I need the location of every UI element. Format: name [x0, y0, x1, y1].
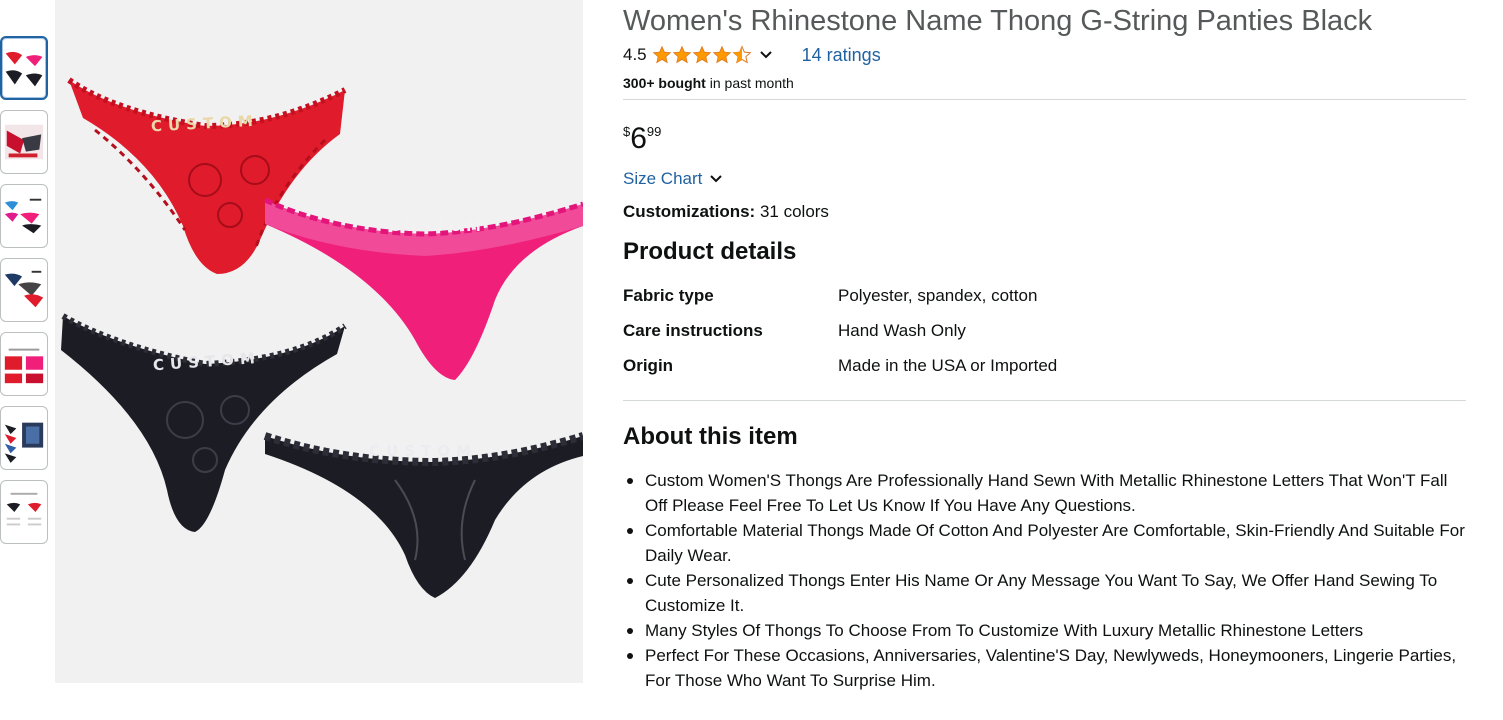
about-bullet: Many Styles Of Thongs To Choose From To …	[623, 618, 1468, 643]
product-details-column: Women's Rhinestone Name Thong G-String P…	[623, 0, 1468, 693]
bullet-dot	[627, 528, 633, 534]
customizations-value: 31 colors	[755, 202, 829, 221]
price-whole: 6	[630, 122, 647, 155]
customizations-label: Customizations:	[623, 202, 756, 221]
size-chart-label: Size Chart	[623, 169, 703, 188]
product-photo: CUSTOM CUSTOM CUSTOM CUSTOM	[61, 77, 583, 598]
red-thong: CUSTOM	[67, 77, 347, 274]
thumbnail-2[interactable]	[0, 110, 48, 174]
star-icon	[672, 45, 691, 64]
thumbnail-5[interactable]	[0, 332, 48, 396]
thumbnail-1[interactable]	[0, 36, 48, 100]
bought-count: 300+ bought	[623, 75, 706, 91]
chevron-down-icon	[759, 51, 772, 59]
divider	[623, 99, 1466, 100]
thumbnail-4-image	[4, 270, 44, 308]
star-rating[interactable]	[652, 45, 752, 65]
main-product-image[interactable]: CUSTOM CUSTOM CUSTOM CUSTOM	[55, 0, 583, 683]
customizations: Customizations: 31 colors	[623, 202, 1468, 224]
product-detail-row: Care instructions Hand Wash Only	[623, 313, 1468, 348]
about-bullet-text: Comfortable Material Thongs Made Of Cott…	[645, 521, 1465, 565]
thumbnail-strip	[0, 36, 50, 554]
product-detail-row: Origin Made in the USA or Imported	[623, 348, 1468, 383]
bought-suffix: in past month	[705, 75, 794, 91]
thumbnail-6-image	[4, 422, 44, 463]
pink-thong-label: CUSTOM	[389, 217, 485, 235]
divider	[623, 400, 1466, 401]
about-bullet-text: Custom Women'S Thongs Are Professionally…	[645, 471, 1448, 515]
black-lace-thong: CUSTOM	[61, 313, 347, 532]
product-details-heading: Product details	[623, 238, 797, 265]
detail-key: Care instructions	[623, 320, 763, 340]
detail-key: Origin	[623, 355, 674, 375]
star-icon	[692, 45, 711, 64]
bullet-dot	[627, 578, 633, 584]
product-details-table: Fabric type Polyester, spandex, cotton C…	[623, 278, 1468, 383]
bullet-dot	[627, 478, 633, 484]
thumbnail-1-image	[5, 51, 43, 87]
detail-value: Polyester, spandex, cotton	[838, 285, 1038, 305]
thumbnail-7-image	[6, 492, 42, 526]
star-icon	[712, 45, 731, 64]
price-symbol: $	[623, 124, 631, 139]
black-thong-label: CUSTOM	[369, 442, 477, 460]
about-bullet-list: Custom Women'S Thongs Are Professionally…	[623, 468, 1468, 693]
half-star-icon	[732, 45, 752, 64]
about-bullet: Perfect For These Occasions, Anniversari…	[623, 643, 1468, 693]
product-detail-row: Fabric type Polyester, spandex, cotton	[623, 278, 1468, 313]
rating-dropdown[interactable]	[758, 47, 774, 63]
star-icon	[652, 45, 671, 64]
thumbnail-7[interactable]	[0, 480, 48, 544]
price: $ 6 99	[623, 118, 1468, 158]
black-thong: CUSTOM	[263, 432, 583, 598]
about-bullet: Cute Personalized Thongs Enter His Name …	[623, 568, 1468, 618]
about-bullet-text: Many Styles Of Thongs To Choose From To …	[645, 621, 1364, 640]
chevron-down-icon	[710, 175, 723, 183]
thumbnail-3-image	[4, 198, 42, 234]
about-bullet: Custom Women'S Thongs Are Professionally…	[623, 468, 1468, 518]
thumbnail-5-image	[4, 348, 44, 384]
thumbnail-4[interactable]	[0, 258, 48, 322]
bullet-dot	[627, 653, 633, 659]
product-title: Women's Rhinestone Name Thong G-String P…	[623, 5, 1373, 37]
detail-key: Fabric type	[623, 285, 714, 305]
ratings-count-link[interactable]: 14 ratings	[802, 45, 881, 66]
bought-in-past-month: 300+ bought in past month	[623, 75, 1468, 91]
rating-row: 4.5 14 ratings	[623, 42, 1468, 68]
thumbnail-2-image	[4, 124, 44, 160]
thumbnail-3[interactable]	[0, 184, 48, 248]
about-bullet-text: Cute Personalized Thongs Enter His Name …	[645, 571, 1438, 615]
about-this-item-heading: About this item	[623, 423, 798, 450]
size-chart-toggle[interactable]: Size Chart	[623, 166, 1468, 192]
rating-value: 4.5	[623, 45, 647, 64]
bullet-dot	[627, 628, 633, 634]
price-fraction: 99	[646, 124, 662, 139]
about-bullet-text: Perfect For These Occasions, Anniversari…	[645, 646, 1457, 690]
about-bullet: Comfortable Material Thongs Made Of Cott…	[623, 518, 1468, 568]
detail-value: Made in the USA or Imported	[838, 355, 1058, 375]
detail-value: Hand Wash Only	[838, 320, 966, 340]
thumbnail-6[interactable]	[0, 406, 48, 470]
